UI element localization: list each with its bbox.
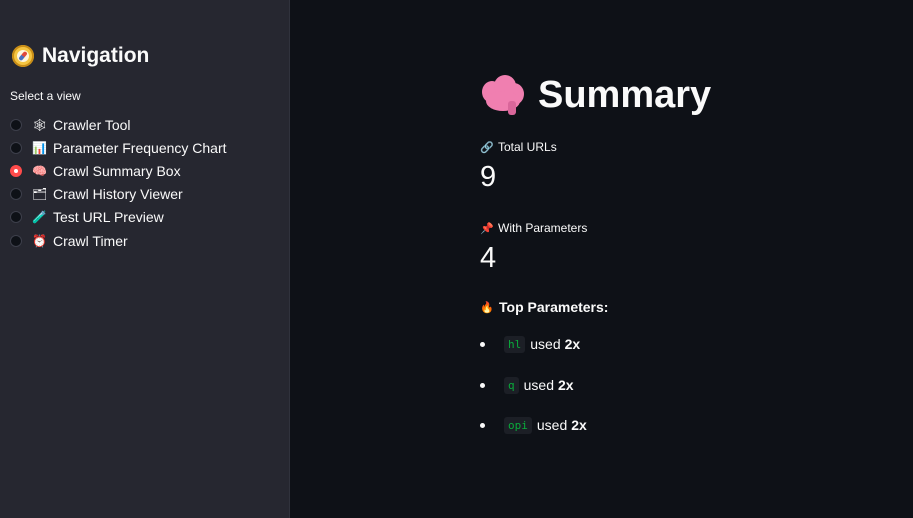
sidebar-title-text: Navigation — [42, 44, 150, 67]
test-tube-icon: 🧪 — [32, 210, 47, 225]
radio-button-selected[interactable] — [10, 164, 22, 177]
top-parameters-heading: 🔥 Top Parameters: — [480, 299, 608, 315]
top-parameters-list: hl used 2x q used 2x opi used 2x — [480, 336, 587, 458]
bullet — [480, 423, 485, 428]
main-content: Summary 🔗 Total URLs 9 📌 With Parameters… — [291, 0, 913, 518]
fire-icon: 🔥 — [480, 301, 494, 314]
list-item: q used 2x — [480, 376, 587, 418]
radio-option-label: Crawl Summary Box — [53, 162, 181, 179]
radio-button[interactable] — [10, 188, 22, 201]
radio-button[interactable] — [10, 118, 22, 131]
radio-option-label: Test URL Preview — [53, 209, 164, 226]
list-item: opi used 2x — [480, 417, 587, 458]
alarm-clock-icon: ⏰ — [32, 233, 47, 248]
metric-label-text: Total URLs — [498, 140, 557, 154]
bar-chart-icon: 📊 — [32, 140, 47, 155]
param-count: 2x — [571, 417, 587, 433]
page-title-text: Summary — [538, 74, 712, 116]
folder-icon: 🗂 — [32, 187, 48, 202]
sidebar-title: Navigation — [12, 44, 149, 68]
link-icon: 🔗 — [480, 141, 494, 154]
param-name: q — [504, 376, 519, 394]
metric-value-total-urls: 9 — [480, 161, 497, 193]
metric-value-with-parameters: 4 — [480, 242, 497, 274]
used-text: used — [530, 336, 561, 352]
page-title: Summary — [480, 74, 711, 117]
param-count: 2x — [557, 376, 574, 393]
radio-option-crawl-summary-box[interactable]: 🧠 Crawl Summary Box — [10, 159, 227, 182]
metric-label-text: With Parameters — [498, 221, 588, 235]
brain-icon: 🧠 — [32, 163, 47, 178]
bullet — [480, 342, 485, 347]
radio-option-label: Crawl History Viewer — [53, 186, 183, 203]
radio-option-parameter-frequency-chart[interactable]: 📊 Parameter Frequency Chart — [10, 136, 227, 159]
param-count: 2x — [564, 336, 581, 352]
used-text: used — [523, 376, 554, 393]
radio-button[interactable] — [10, 141, 22, 154]
view-radio-group: 🕸 Crawler Tool 📊 Parameter Frequency Cha… — [10, 113, 227, 252]
param-name: opi — [504, 417, 532, 434]
compass-icon — [12, 45, 34, 67]
metric-label-with-parameters: 📌 With Parameters — [480, 221, 587, 235]
sidebar: Navigation Select a view 🕸 Crawler Tool … — [0, 0, 290, 518]
pushpin-icon: 📌 — [480, 222, 494, 235]
radio-option-label: Parameter Frequency Chart — [53, 139, 227, 156]
radio-option-test-url-preview[interactable]: 🧪 Test URL Preview — [10, 206, 227, 229]
brain-icon — [480, 74, 526, 117]
radio-option-crawler-tool[interactable]: 🕸 Crawler Tool — [10, 113, 227, 136]
top-parameters-heading-text: Top Parameters: — [499, 299, 609, 315]
metric-label-total-urls: 🔗 Total URLs — [480, 140, 557, 154]
app-root: Navigation Select a view 🕸 Crawler Tool … — [0, 0, 913, 518]
radio-option-label: Crawl Timer — [53, 232, 128, 249]
param-name: hl — [504, 336, 526, 353]
radio-option-crawl-timer[interactable]: ⏰ Crawl Timer — [10, 229, 227, 252]
list-item: hl used 2x — [480, 336, 587, 377]
bullet — [480, 382, 485, 388]
spider-icon: 🕸 — [32, 117, 48, 132]
radio-group-label: Select a view — [10, 89, 81, 103]
used-text: used — [536, 417, 568, 433]
radio-option-crawl-history-viewer[interactable]: 🗂 Crawl History Viewer — [10, 183, 227, 206]
radio-option-label: Crawler Tool — [53, 116, 131, 133]
radio-button[interactable] — [10, 211, 22, 224]
radio-button[interactable] — [10, 234, 22, 247]
